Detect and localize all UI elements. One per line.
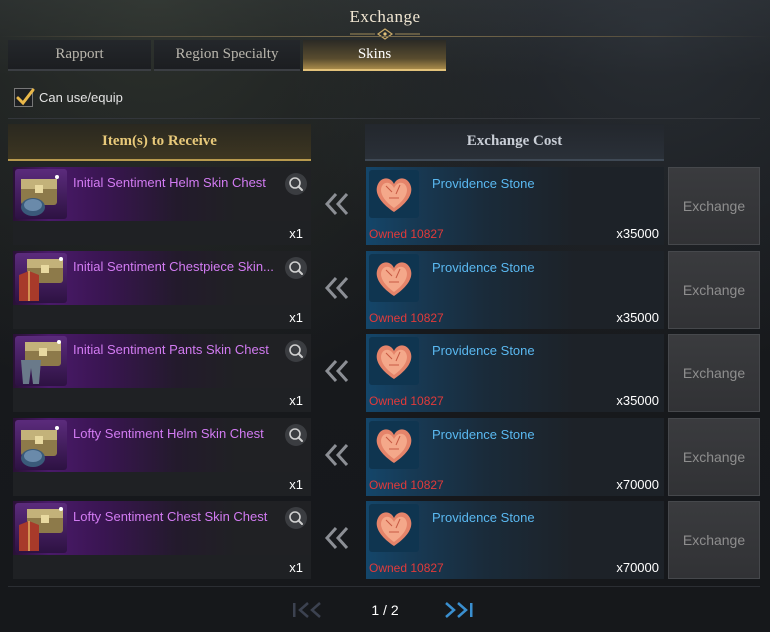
exchange-row: Lofty Sentiment Helm Skin Chest x1 Provi… xyxy=(0,417,770,498)
item-name: Lofty Sentiment Chest Skin Chest xyxy=(73,509,268,524)
cost-cell: Providence Stone Owned 10827 x35000 xyxy=(366,250,664,329)
owned-count: Owned 10827 xyxy=(369,310,444,325)
double-chevron-left-icon xyxy=(322,191,352,217)
title-divider xyxy=(0,36,770,37)
receive-item-cell: Lofty Sentiment Chest Skin Chest x1 xyxy=(13,501,311,579)
cost-cell: Providence Stone Owned 10827 x70000 xyxy=(366,501,664,579)
owned-count: Owned 10827 xyxy=(369,561,444,575)
item-quantity: x1 xyxy=(289,393,303,408)
receive-item-cell: Initial Sentiment Chestpiece Skin... x1 xyxy=(13,250,311,329)
cost-item-name: Providence Stone xyxy=(432,343,535,358)
search-icon[interactable] xyxy=(285,173,307,195)
owned-count: Owned 10827 xyxy=(369,394,444,408)
providence-stone-icon[interactable] xyxy=(369,253,419,302)
helm-skin-chest-icon[interactable] xyxy=(15,169,67,219)
cost-quantity: x70000 xyxy=(616,476,659,492)
window-title: Exchange xyxy=(349,7,421,26)
double-chevron-left-icon xyxy=(322,358,352,384)
item-name: Initial Sentiment Helm Skin Chest xyxy=(73,175,266,190)
tab-skins[interactable]: Skins xyxy=(303,40,446,71)
tab-region-specialty[interactable]: Region Specialty xyxy=(154,40,300,71)
exchange-button[interactable]: Exchange xyxy=(668,167,760,245)
can-use-equip-checkbox[interactable] xyxy=(14,87,35,107)
owned-count: Owned 10827 xyxy=(369,477,444,492)
page-indicator: 1 / 2 xyxy=(371,602,399,618)
search-icon[interactable] xyxy=(285,423,307,446)
pants-skin-chest-icon[interactable] xyxy=(15,336,67,386)
providence-stone-icon[interactable] xyxy=(369,420,419,469)
exchange-row: Initial Sentiment Pants Skin Chest x1 Pr… xyxy=(0,334,770,414)
item-quantity: x1 xyxy=(289,309,303,325)
exchange-button[interactable]: Exchange xyxy=(668,501,760,579)
exchange-row: Lofty Sentiment Chest Skin Chest x1 Prov… xyxy=(0,501,770,581)
section-divider xyxy=(8,118,760,119)
cost-quantity: x35000 xyxy=(616,309,659,325)
cost-quantity: x70000 xyxy=(616,560,659,575)
providence-stone-icon[interactable] xyxy=(369,170,419,218)
next-last-page-icon[interactable] xyxy=(442,600,478,620)
providence-stone-icon[interactable] xyxy=(369,504,419,552)
cost-quantity: x35000 xyxy=(616,393,659,408)
double-chevron-left-icon xyxy=(322,442,352,468)
receive-item-cell: Lofty Sentiment Helm Skin Chest x1 xyxy=(13,417,311,496)
cost-item-name: Providence Stone xyxy=(432,259,535,275)
cost-item-name: Providence Stone xyxy=(432,176,535,191)
tab-label: Region Specialty xyxy=(175,46,279,62)
tab-label: Skins xyxy=(357,46,392,62)
exchange-button[interactable]: Exchange xyxy=(668,334,760,412)
tab-rapport[interactable]: Rapport xyxy=(8,40,151,71)
item-name: Initial Sentiment Chestpiece Skin... xyxy=(73,258,274,274)
tab-label: Rapport xyxy=(55,46,104,62)
title-ornament-icon xyxy=(350,28,420,40)
title-bar: Exchange xyxy=(0,0,770,40)
providence-stone-icon[interactable] xyxy=(369,337,419,385)
exchange-row: Initial Sentiment Helm Skin Chest x1 Pro… xyxy=(0,167,770,247)
exchange-button[interactable]: Exchange xyxy=(668,250,760,329)
cost-item-name: Providence Stone xyxy=(432,510,535,525)
filter-row: Can use/equip xyxy=(14,86,123,108)
chest-skin-chest-icon[interactable] xyxy=(15,252,67,303)
cost-quantity: x35000 xyxy=(616,226,659,241)
search-icon[interactable] xyxy=(285,507,307,529)
list-bottom-divider xyxy=(8,586,760,587)
item-name: Lofty Sentiment Helm Skin Chest xyxy=(73,425,264,441)
column-header-receive: Item(s) to Receive xyxy=(8,124,311,161)
double-chevron-left-icon xyxy=(322,525,352,551)
helm-skin-chest-icon[interactable] xyxy=(15,419,67,470)
cost-cell: Providence Stone Owned 10827 x35000 xyxy=(366,334,664,412)
item-quantity: x1 xyxy=(289,476,303,492)
filter-label: Can use/equip xyxy=(39,89,123,105)
item-quantity: x1 xyxy=(289,226,303,241)
first-prev-page-icon[interactable] xyxy=(290,600,326,620)
double-chevron-left-icon xyxy=(322,275,352,301)
receive-item-cell: Initial Sentiment Pants Skin Chest x1 xyxy=(13,334,311,412)
cost-cell: Providence Stone Owned 10827 x70000 xyxy=(366,417,664,496)
cost-item-name: Providence Stone xyxy=(432,426,535,442)
item-quantity: x1 xyxy=(289,560,303,575)
checkmark-icon xyxy=(16,88,35,105)
exchange-row: Initial Sentiment Chestpiece Skin... x1 … xyxy=(0,250,770,331)
receive-item-cell: Initial Sentiment Helm Skin Chest x1 xyxy=(13,167,311,245)
chest-skin-chest-icon[interactable] xyxy=(15,503,67,553)
search-icon[interactable] xyxy=(285,256,307,279)
cost-cell: Providence Stone Owned 10827 x35000 xyxy=(366,167,664,245)
owned-count: Owned 10827 xyxy=(369,227,444,241)
search-icon[interactable] xyxy=(285,340,307,362)
exchange-button[interactable]: Exchange xyxy=(668,417,760,496)
column-header-cost: Exchange Cost xyxy=(365,124,664,161)
pagination: 1 / 2 xyxy=(0,596,770,624)
item-name: Initial Sentiment Pants Skin Chest xyxy=(73,342,269,357)
